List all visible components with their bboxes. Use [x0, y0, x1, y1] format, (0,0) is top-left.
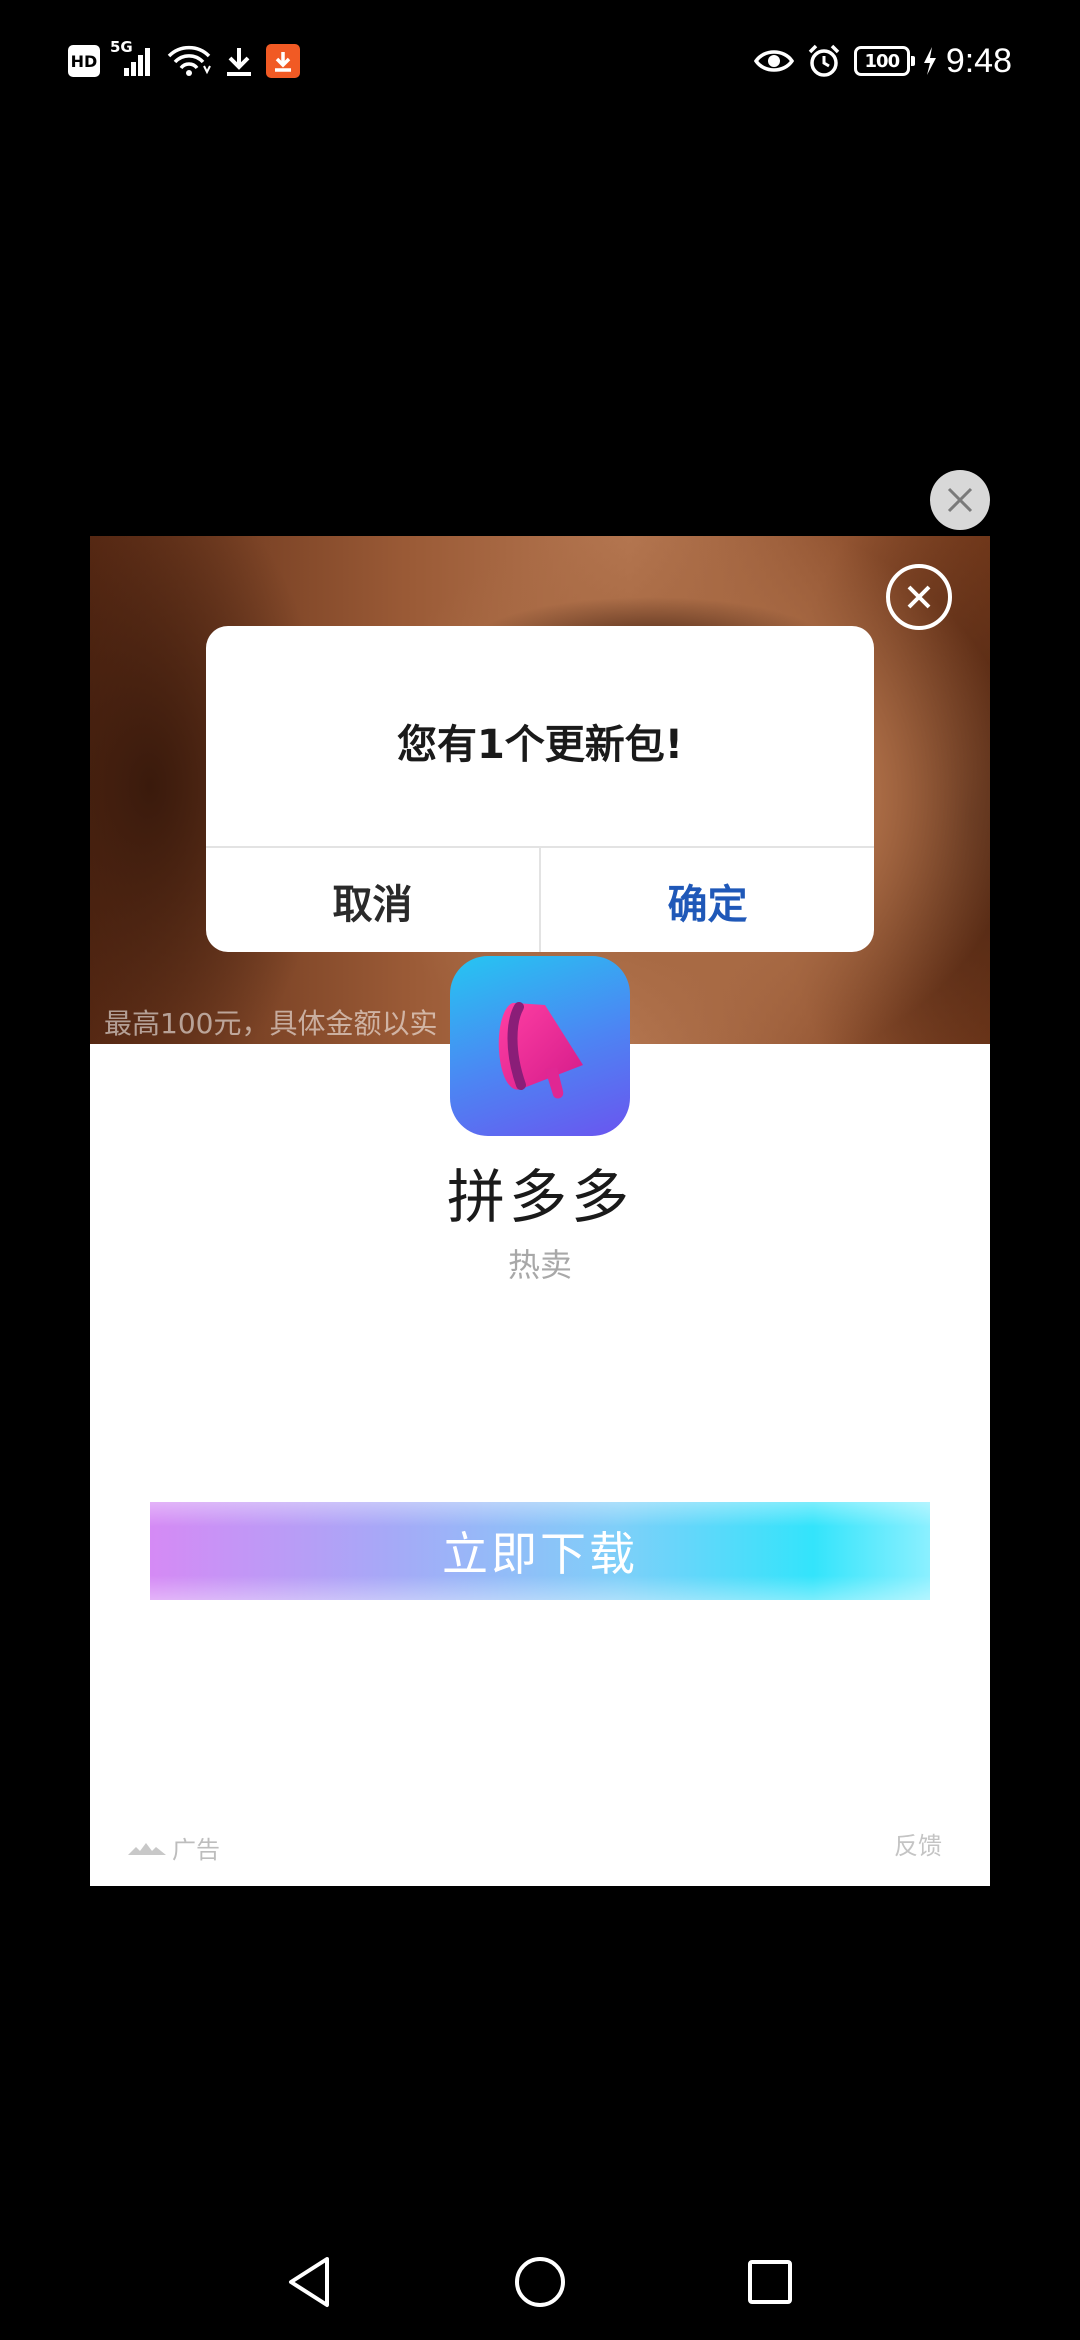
back-triangle-icon: [289, 2257, 329, 2307]
dialog-actions: 取消 确定: [206, 846, 874, 952]
app-download-notification-icon: [266, 44, 300, 78]
dialog-message: 您有1个更新包!: [396, 722, 684, 768]
home-circle-icon: [515, 2257, 565, 2307]
alarm-icon: [808, 44, 840, 77]
clock: 9:48: [945, 41, 1012, 80]
app-icon[interactable]: [450, 956, 630, 1136]
network-type-label: 5G: [110, 38, 133, 56]
recents-square-icon: [748, 2260, 792, 2304]
close-circle-icon: [907, 585, 931, 609]
confirm-button[interactable]: 确定: [541, 848, 874, 952]
status-right: 100 9:48: [753, 38, 1012, 84]
cancel-button[interactable]: 取消: [206, 848, 541, 952]
ad-caption: 最高100元，具体金额以实: [104, 1007, 438, 1040]
status-bar: HD 5G 100 9:48: [0, 0, 1080, 120]
update-dialog: 您有1个更新包! 取消 确定: [206, 626, 874, 952]
feedback-link[interactable]: 反馈: [894, 1826, 942, 1861]
download-icon: [227, 48, 251, 76]
ad-source-logo-icon: [128, 1842, 166, 1855]
download-now-button[interactable]: 立即下载: [150, 1502, 930, 1600]
close-ad-button[interactable]: [930, 470, 990, 530]
close-icon: [947, 487, 973, 513]
ad-label: 广告: [128, 1830, 220, 1865]
cellular-signal-icon: 5G: [110, 38, 156, 78]
battery-icon: 100: [853, 46, 915, 76]
wifi-icon: [167, 45, 211, 76]
screen: HD 5G 100 9:48 最高100元，具体金额以实 广告 反馈 您有1个更…: [0, 0, 1080, 2340]
app-tag: 热卖: [507, 1246, 572, 1284]
hd-icon: HD: [68, 45, 100, 77]
nav-recents-button[interactable]: [738, 2250, 802, 2314]
charging-icon: [923, 47, 936, 75]
status-left: HD 5G: [68, 38, 300, 84]
nav-home-button[interactable]: [508, 2250, 572, 2314]
download-now-label: 立即下载: [442, 1527, 638, 1581]
ad-label-text: 广告: [172, 1836, 220, 1864]
app-name: 拼多多: [446, 1163, 633, 1231]
navigation-bar: [0, 2230, 1080, 2330]
megaphone-icon: [498, 1002, 583, 1099]
eye-icon: [753, 50, 794, 72]
nav-back-button[interactable]: [278, 2250, 342, 2314]
close-banner-button[interactable]: [886, 564, 952, 630]
